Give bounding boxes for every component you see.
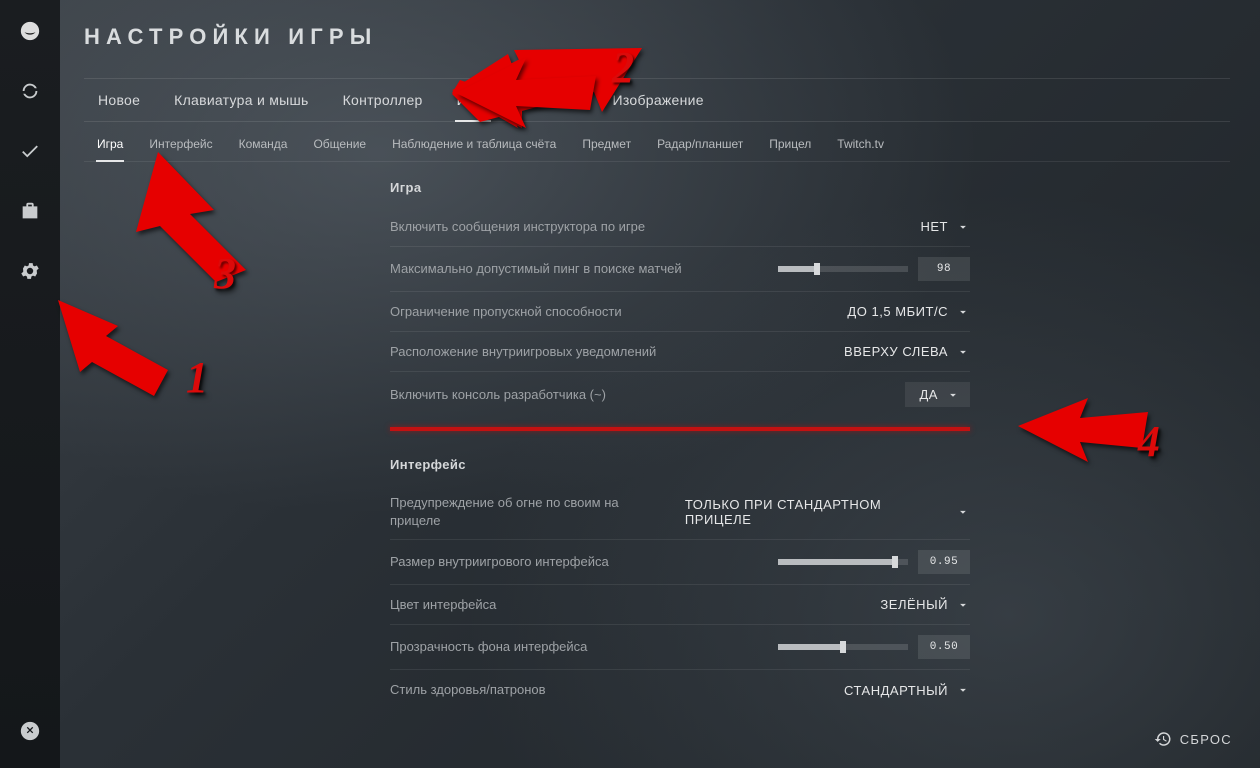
chevron-down-icon <box>956 683 970 697</box>
tab-keyboard[interactable]: Клавиатура и мышь <box>172 79 310 121</box>
value-hudalpha: 0.50 <box>918 635 970 659</box>
label-devconsole: Включить консоль разработчика (~) <box>390 386 606 404</box>
chevron-down-icon <box>956 305 970 319</box>
row-instructor: Включить сообщения инструктора по игре Н… <box>390 207 970 247</box>
subtab-radar[interactable]: Радар/планшет <box>656 126 744 161</box>
label-bandwidth: Ограничение пропускной способности <box>390 303 622 321</box>
chevron-down-icon <box>956 345 970 359</box>
row-hudalpha: Прозрачность фона интерфейса 0.50 <box>390 625 970 670</box>
row-bandwidth: Ограничение пропускной способности ДО 1,… <box>390 292 970 332</box>
sync-icon[interactable] <box>17 78 43 104</box>
dropdown-value: НЕТ <box>920 219 948 234</box>
dropdown-value: ВВЕРХУ СЛЕВА <box>844 344 948 359</box>
row-devconsole: Включить консоль разработчика (~) ДА <box>390 372 970 417</box>
dropdown-value: ДО 1,5 МБИТ/С <box>847 304 948 319</box>
dropdown-ffwarn[interactable]: ТОЛЬКО ПРИ СТАНДАРТНОМ ПРИЦЕЛЕ <box>685 497 970 527</box>
dropdown-instructor[interactable]: НЕТ <box>920 219 970 234</box>
subtab-team[interactable]: Команда <box>238 126 289 161</box>
page-title: НАСТРОЙКИ ИГРЫ <box>84 24 377 50</box>
tab-new[interactable]: Новое <box>96 79 142 121</box>
check-icon[interactable] <box>17 138 43 164</box>
label-hudcolor: Цвет интерфейса <box>390 596 496 614</box>
chevron-down-icon <box>956 220 970 234</box>
close-icon[interactable] <box>17 718 43 744</box>
primary-tabs: Новое Клавиатура и мышь Контроллер Игра … <box>84 78 1230 122</box>
label-notifpos: Расположение внутриигровых уведомлений <box>390 343 656 361</box>
reset-button[interactable]: СБРОС <box>1154 730 1232 748</box>
annotation-1: 1 <box>58 300 208 405</box>
row-healthstyle: Стиль здоровья/патронов СТАНДАРТНЫЙ <box>390 670 970 710</box>
tab-game[interactable]: Игра <box>455 79 491 121</box>
subtab-comm[interactable]: Общение <box>312 126 367 161</box>
home-icon[interactable] <box>17 18 43 44</box>
label-instructor: Включить сообщения инструктора по игре <box>390 218 645 236</box>
label-ffwarn: Предупреждение об огне по своим на прице… <box>390 494 669 529</box>
section-title-game: Игра <box>390 180 970 195</box>
label-ping: Максимально допустимый пинг в поиске мат… <box>390 260 682 278</box>
subtab-twitch[interactable]: Twitch.tv <box>836 126 885 161</box>
subtab-spectate[interactable]: Наблюдение и таблица счёта <box>391 126 557 161</box>
dropdown-value: ЗЕЛЁНЫЙ <box>880 597 948 612</box>
dropdown-notifpos[interactable]: ВВЕРХУ СЛЕВА <box>844 344 970 359</box>
label-hudalpha: Прозрачность фона интерфейса <box>390 638 587 656</box>
subtab-game[interactable]: Игра <box>96 126 124 161</box>
highlight-line <box>390 427 970 431</box>
label-healthstyle: Стиль здоровья/патронов <box>390 681 546 699</box>
slider-hudalpha[interactable] <box>778 644 908 650</box>
row-hudcolor: Цвет интерфейса ЗЕЛЁНЫЙ <box>390 585 970 625</box>
dropdown-devconsole[interactable]: ДА <box>905 382 970 407</box>
dropdown-value: ТОЛЬКО ПРИ СТАНДАРТНОМ ПРИЦЕЛЕ <box>685 497 948 527</box>
row-notifpos: Расположение внутриигровых уведомлений В… <box>390 332 970 372</box>
dropdown-value: СТАНДАРТНЫЙ <box>844 683 948 698</box>
row-hudscale: Размер внутриигрового интерфейса 0.95 <box>390 540 970 585</box>
subtab-crosshair[interactable]: Прицел <box>768 126 812 161</box>
sub-tabs: Игра Интерфейс Команда Общение Наблюдени… <box>84 126 1230 162</box>
tab-controller[interactable]: Контроллер <box>341 79 425 121</box>
label-hudscale: Размер внутриигрового интерфейса <box>390 553 609 571</box>
slider-hudscale[interactable] <box>778 559 908 565</box>
settings-content: Игра Включить сообщения инструктора по и… <box>390 180 970 710</box>
dropdown-value: ДА <box>919 387 938 402</box>
section-title-hud: Интерфейс <box>390 457 970 472</box>
value-hudscale: 0.95 <box>918 550 970 574</box>
gear-icon[interactable] <box>17 258 43 284</box>
dropdown-hudcolor[interactable]: ЗЕЛЁНЫЙ <box>880 597 970 612</box>
value-ping: 98 <box>918 257 970 281</box>
slider-ping[interactable] <box>778 266 908 272</box>
annotation-4: 4 <box>1018 398 1148 483</box>
inventory-icon[interactable] <box>17 198 43 224</box>
chevron-down-icon <box>946 388 960 402</box>
subtab-hud[interactable]: Интерфейс <box>148 126 213 161</box>
dropdown-bandwidth[interactable]: ДО 1,5 МБИТ/С <box>847 304 970 319</box>
chevron-down-icon <box>956 505 970 519</box>
dropdown-healthstyle[interactable]: СТАНДАРТНЫЙ <box>844 683 970 698</box>
reset-label: СБРОС <box>1180 732 1232 747</box>
tab-display[interactable]: Изображение <box>611 79 706 121</box>
chevron-down-icon <box>956 598 970 612</box>
subtab-item[interactable]: Предмет <box>581 126 632 161</box>
annotation-3: 3 <box>118 152 258 287</box>
sidebar <box>0 0 60 768</box>
row-ffwarn: Предупреждение об огне по своим на прице… <box>390 484 970 540</box>
row-ping: Максимально допустимый пинг в поиске мат… <box>390 247 970 292</box>
history-icon <box>1154 730 1172 748</box>
